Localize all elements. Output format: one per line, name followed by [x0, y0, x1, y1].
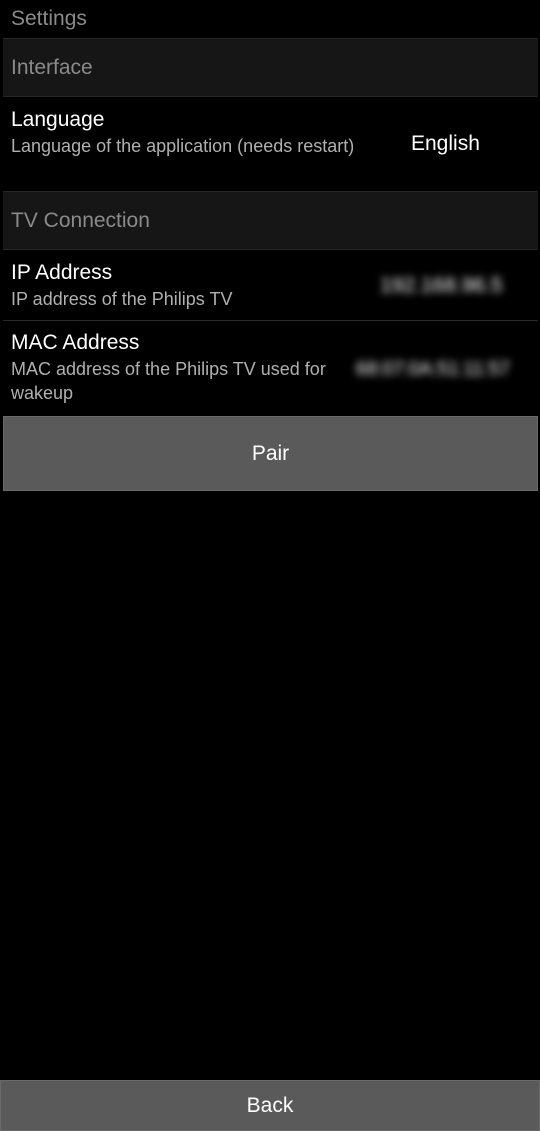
- setting-label: MAC Address: [11, 331, 140, 354]
- setting-row-ip-address[interactable]: IP Address IP address of the Philips TV …: [0, 251, 540, 320]
- section-header-interface: Interface: [3, 38, 538, 97]
- setting-row-language[interactable]: Language Language of the application (ne…: [0, 98, 540, 190]
- ip-address-value[interactable]: 192.168.96.5: [380, 272, 503, 300]
- section-header-label: TV Connection: [11, 209, 150, 232]
- section-header-label: Interface: [11, 56, 93, 79]
- back-button[interactable]: Back: [0, 1080, 540, 1131]
- setting-description: MAC address of the Philips TV used for w…: [11, 359, 326, 403]
- setting-label: Language: [11, 108, 105, 131]
- mac-address-value[interactable]: 68:07:0A:51:11:57: [356, 356, 510, 384]
- setting-row-mac-address[interactable]: MAC Address MAC address of the Philips T…: [0, 321, 540, 413]
- setting-label: IP Address: [11, 261, 113, 284]
- language-value[interactable]: English: [411, 130, 480, 158]
- setting-description: IP address of the Philips TV: [11, 289, 233, 309]
- pair-button[interactable]: Pair: [3, 416, 538, 491]
- page-title: Settings: [11, 7, 87, 30]
- section-header-tv-connection: TV Connection: [3, 191, 538, 250]
- setting-description: Language of the application (needs resta…: [11, 136, 355, 156]
